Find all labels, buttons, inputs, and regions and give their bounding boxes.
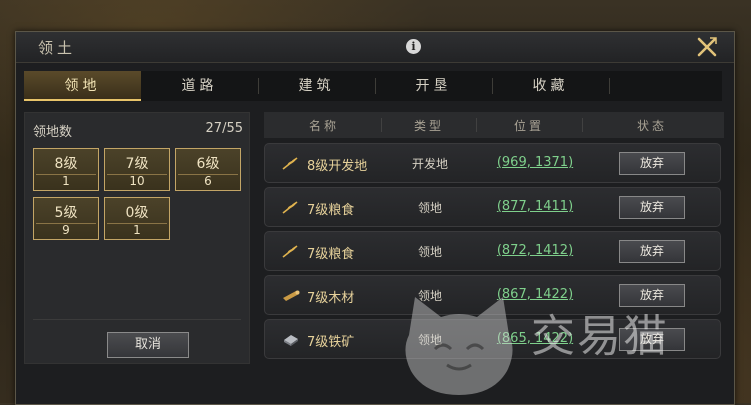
table-header: 名称 类型 位置 状态 bbox=[264, 112, 724, 138]
level-name: 6级 bbox=[196, 156, 220, 172]
tab-roads[interactable]: 道路 bbox=[141, 71, 258, 101]
tab-buildings[interactable]: 建筑 bbox=[258, 71, 375, 101]
territory-count-label: 领地数 bbox=[33, 125, 73, 140]
level-name: 8级 bbox=[54, 156, 78, 172]
territory-count: 领地数 27/55 bbox=[33, 121, 243, 140]
wheat-icon bbox=[282, 157, 298, 170]
territory-type: 领地 bbox=[417, 245, 442, 259]
wheat-icon bbox=[282, 245, 298, 258]
table-row[interactable]: 8级开发地 开发地 (969, 1371) 放弃 bbox=[264, 143, 721, 183]
tab-favorites[interactable]: 收藏 bbox=[492, 71, 609, 101]
table-row[interactable]: 7级铁矿 领地 (865, 1422) 放弃 bbox=[264, 319, 721, 359]
abandon-button[interactable]: 放弃 bbox=[619, 240, 685, 263]
wheat-icon bbox=[282, 201, 298, 214]
header-name: 名称 bbox=[309, 119, 340, 133]
territory-count-value: 27/55 bbox=[205, 121, 243, 136]
abandon-button[interactable]: 放弃 bbox=[619, 196, 685, 219]
level-name: 5级 bbox=[54, 205, 78, 221]
header-divider bbox=[582, 118, 583, 132]
tab-divider bbox=[375, 78, 376, 94]
header-status: 状态 bbox=[637, 119, 668, 133]
header-divider bbox=[381, 118, 382, 132]
tab-bar: 领地 道路 建筑 开垦 收藏 bbox=[24, 71, 722, 101]
tab-territory[interactable]: 领地 bbox=[24, 71, 141, 101]
abandon-button[interactable]: 放弃 bbox=[619, 284, 685, 307]
territory-type: 领地 bbox=[417, 333, 442, 347]
header-divider bbox=[476, 118, 477, 132]
territory-name: 7级粮食 bbox=[307, 203, 355, 218]
tab-divider bbox=[258, 78, 259, 94]
tab-divider bbox=[492, 78, 493, 94]
header-type: 类型 bbox=[414, 119, 445, 133]
territory-list: 名称 类型 位置 状态 8级开发地 开发地 (969, 1371) 放弃 7级粮… bbox=[264, 112, 724, 404]
tab-reclaim[interactable]: 开垦 bbox=[375, 71, 492, 101]
level-filter-0[interactable]: 0级 1 bbox=[104, 197, 170, 240]
territory-type: 领地 bbox=[417, 201, 442, 215]
territory-summary: 领地数 27/55 8级 1 7级 10 6级 6 5级 9 0级 1 取消 bbox=[24, 112, 250, 364]
position-link[interactable]: (969, 1371) bbox=[480, 155, 590, 170]
level-filter-5[interactable]: 5级 9 bbox=[33, 197, 99, 240]
header-position: 位置 bbox=[514, 119, 545, 133]
position-link[interactable]: (867, 1422) bbox=[480, 287, 590, 302]
abandon-button[interactable]: 放弃 bbox=[619, 328, 685, 351]
level-name: 0级 bbox=[125, 205, 149, 221]
cancel-button[interactable]: 取消 bbox=[107, 332, 189, 358]
level-filter-7[interactable]: 7级 10 bbox=[104, 148, 170, 191]
territory-name: 7级粮食 bbox=[307, 247, 355, 262]
title-bar: 领土 i bbox=[16, 32, 734, 63]
territory-type: 领地 bbox=[417, 289, 442, 303]
wood-icon bbox=[283, 290, 300, 301]
level-filter-6[interactable]: 6级 6 bbox=[175, 148, 241, 191]
level-filter-8[interactable]: 8级 1 bbox=[33, 148, 99, 191]
tab-divider bbox=[609, 78, 610, 94]
territory-panel: 领土 i 领地 道路 建筑 开垦 收藏 领地数 27/55 8级 1 7级 10 bbox=[15, 31, 735, 405]
territory-name: 8级开发地 bbox=[307, 159, 368, 174]
territory-name: 7级铁矿 bbox=[307, 335, 355, 350]
level-count: 1 bbox=[133, 223, 141, 237]
window-title: 领土 bbox=[38, 39, 77, 57]
abandon-button[interactable]: 放弃 bbox=[619, 152, 685, 175]
table-row[interactable]: 7级粮食 领地 (877, 1411) 放弃 bbox=[264, 187, 721, 227]
level-count: 10 bbox=[129, 174, 145, 188]
position-link[interactable]: (872, 1412) bbox=[480, 243, 590, 258]
info-icon[interactable]: i bbox=[406, 39, 421, 54]
table-row[interactable]: 7级木材 领地 (867, 1422) 放弃 bbox=[264, 275, 721, 315]
position-link[interactable]: (877, 1411) bbox=[480, 199, 590, 214]
iron-icon bbox=[284, 335, 298, 346]
level-name: 7级 bbox=[125, 156, 149, 172]
level-count: 6 bbox=[204, 174, 212, 188]
table-row[interactable]: 7级粮食 领地 (872, 1412) 放弃 bbox=[264, 231, 721, 271]
level-count: 9 bbox=[62, 223, 70, 237]
territory-name: 7级木材 bbox=[307, 291, 355, 306]
territory-type: 开发地 bbox=[411, 157, 448, 171]
position-link[interactable]: (865, 1422) bbox=[480, 331, 590, 346]
level-count: 1 bbox=[62, 174, 70, 188]
close-icon[interactable] bbox=[696, 36, 718, 58]
divider bbox=[33, 319, 241, 320]
